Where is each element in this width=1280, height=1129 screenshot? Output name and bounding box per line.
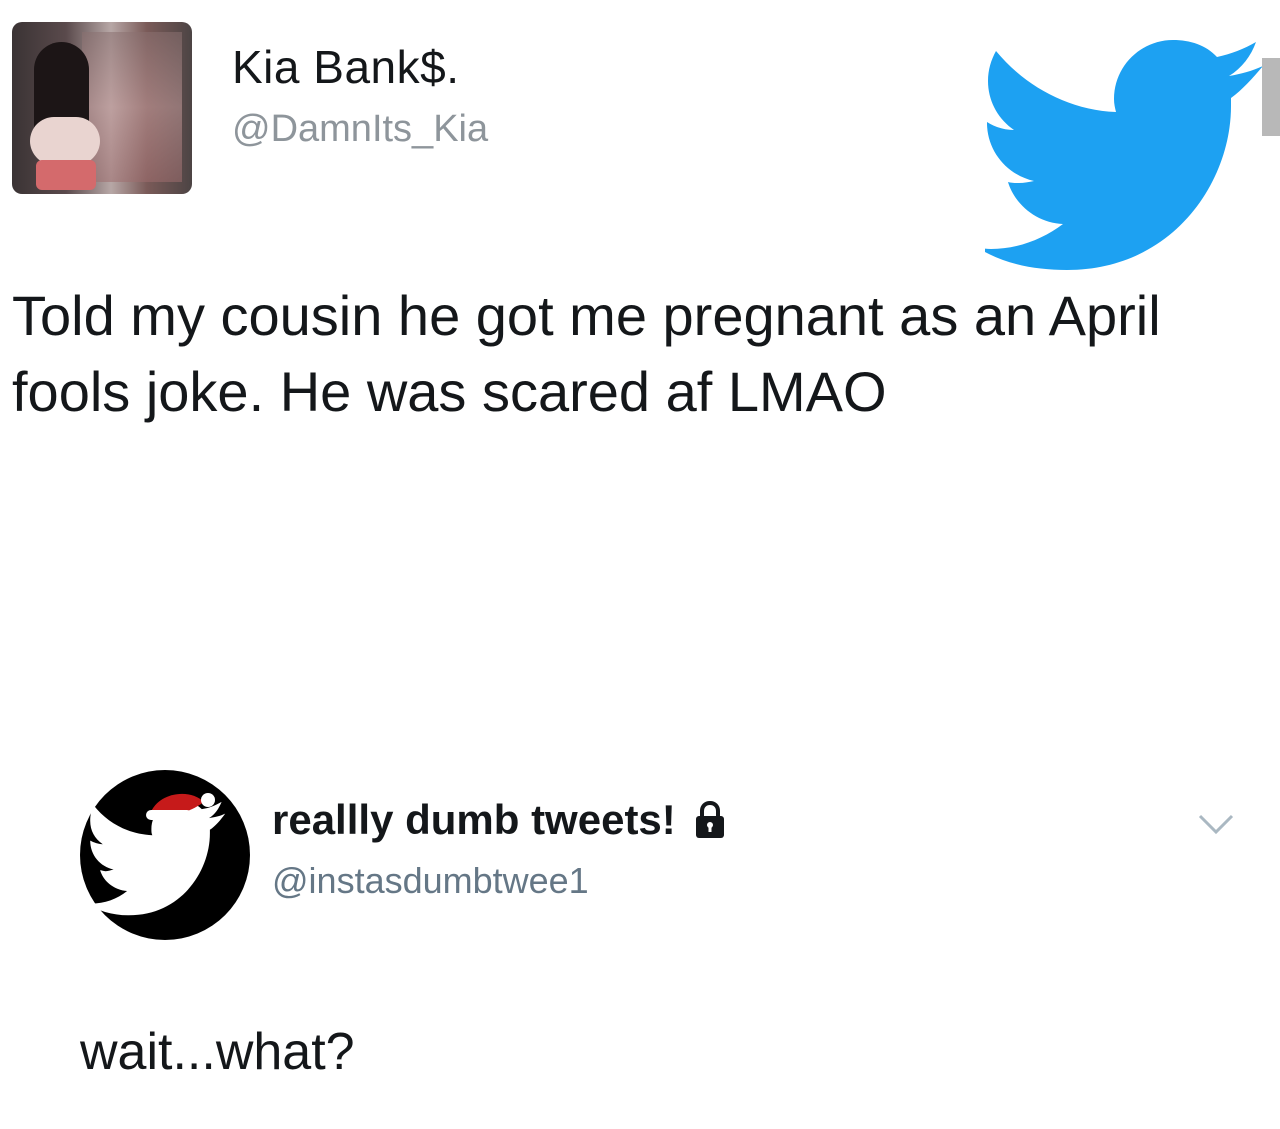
tweet-text: wait...what? (80, 1023, 355, 1081)
tweet-text: Told my cousin he got me pregnant as an … (12, 284, 1161, 423)
avatar[interactable] (12, 22, 192, 194)
embedded-tweet: Kia Bank$. @DamnIts_Kia Told my cousin h… (0, 0, 1280, 660)
lock-icon (695, 800, 724, 838)
display-name[interactable]: reallly dumb tweets! (272, 796, 730, 844)
screenshot-edge (1262, 58, 1280, 136)
user-handle[interactable]: @DamnIts_Kia (232, 108, 488, 151)
avatar-background (82, 32, 182, 182)
avatar[interactable] (80, 770, 250, 940)
avatar-figure-body (30, 117, 100, 165)
chevron-down-icon[interactable] (1196, 812, 1236, 838)
tweet: reallly dumb tweets! @instasdumbtwee1 wa… (0, 760, 1280, 1129)
display-name[interactable]: Kia Bank$. (232, 40, 459, 94)
user-handle[interactable]: @instasdumbtwee1 (272, 860, 589, 902)
avatar-figure-lower (36, 160, 96, 190)
display-name-label: reallly dumb tweets! (272, 796, 676, 843)
twitter-bird-icon (985, 40, 1263, 270)
